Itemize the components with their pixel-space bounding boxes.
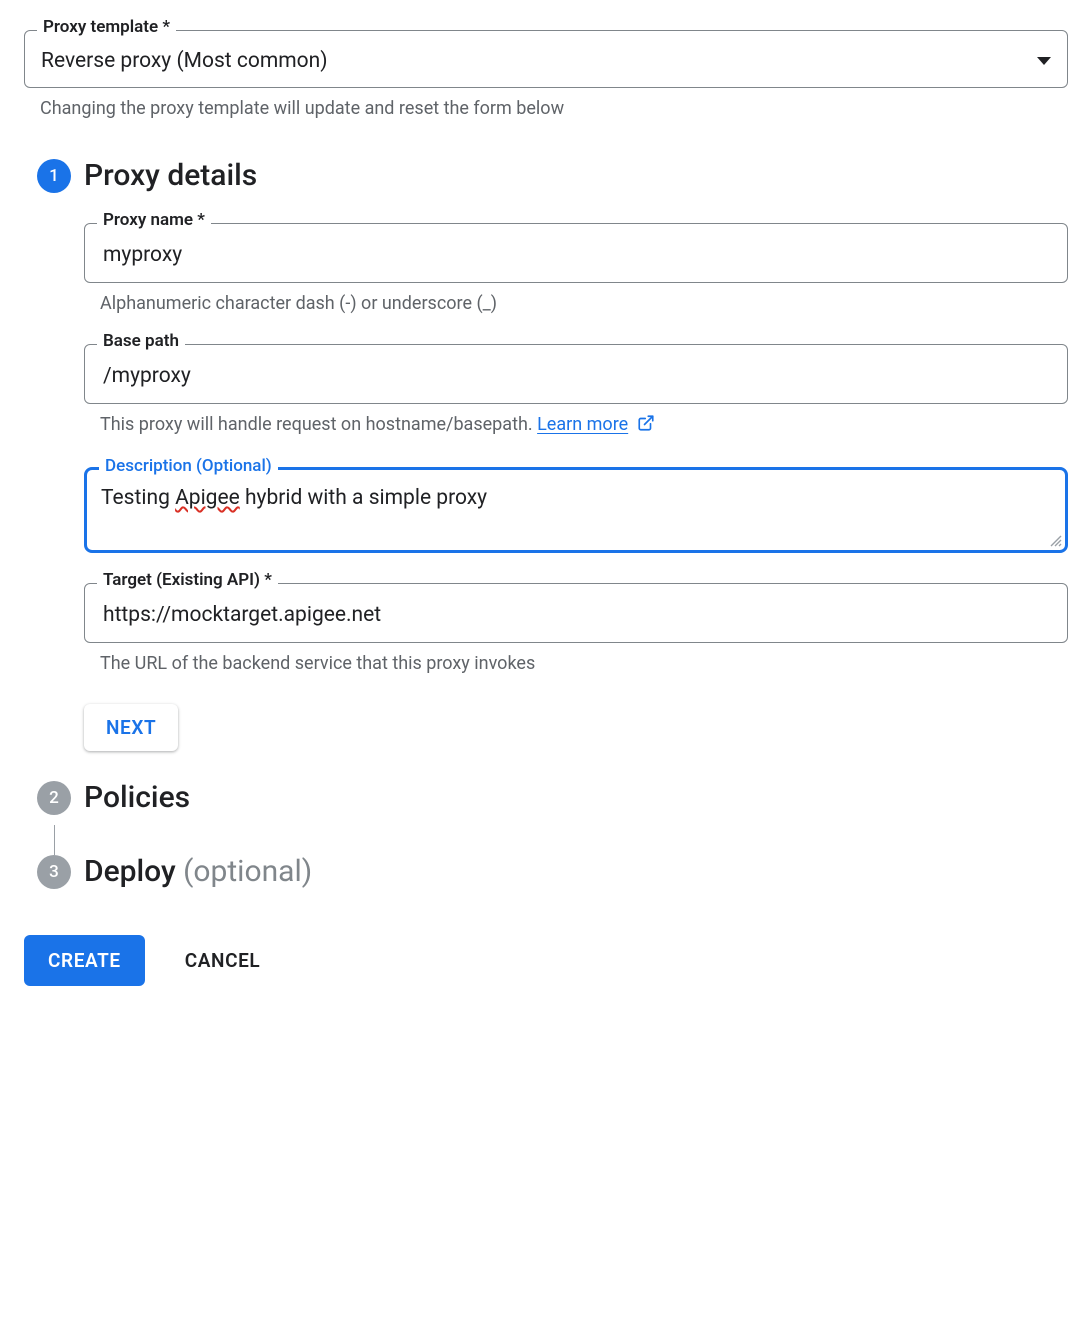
step-deploy: 3 Deploy (optional)	[24, 855, 1068, 899]
target-label: Target (Existing API) *	[97, 572, 278, 589]
next-button[interactable]: NEXT	[84, 704, 178, 751]
proxy-template-select[interactable]: Proxy template * Reverse proxy (Most com…	[24, 30, 1068, 88]
spellcheck-squiggle: Apigee	[175, 486, 240, 510]
step-1-title: Proxy details	[84, 159, 1068, 193]
target-field[interactable]: Target (Existing API) *	[84, 583, 1068, 643]
proxy-name-field[interactable]: Proxy name *	[84, 223, 1068, 283]
description-label: Description (Optional)	[99, 458, 278, 475]
external-link-icon	[637, 414, 655, 437]
chevron-down-icon	[1037, 57, 1051, 65]
learn-more-link[interactable]: Learn more	[537, 414, 628, 435]
base-path-helper-text: This proxy will handle request on hostna…	[100, 414, 537, 435]
proxy-name-label: Proxy name *	[97, 212, 211, 229]
step-3-optional: (optional)	[183, 854, 312, 889]
step-proxy-details: 1 Proxy details Proxy name * Alphanumeri…	[24, 159, 1068, 781]
description-textarea[interactable]: Testing Apigee hybrid with a simple prox…	[101, 486, 1051, 538]
cancel-button[interactable]: CANCEL	[181, 935, 265, 986]
connector-2-3	[24, 825, 1068, 855]
proxy-name-helper: Alphanumeric character dash (-) or under…	[100, 293, 1068, 314]
step-2-title: Policies	[84, 781, 1068, 815]
target-helper: The URL of the backend service that this…	[100, 653, 1068, 674]
base-path-input[interactable]	[101, 363, 1051, 389]
footer-button-row: CREATE CANCEL	[24, 935, 1068, 986]
description-field[interactable]: Description (Optional) Testing Apigee hy…	[84, 467, 1068, 553]
create-button[interactable]: CREATE	[24, 935, 145, 986]
step-1-badge: 1	[37, 159, 71, 193]
proxy-template-value: Reverse proxy (Most common)	[41, 49, 1037, 73]
step-3-badge: 3	[37, 855, 71, 889]
step-3-title: Deploy (optional)	[84, 855, 1068, 889]
proxy-template-label: Proxy template *	[37, 19, 176, 36]
base-path-field[interactable]: Base path	[84, 344, 1068, 404]
base-path-helper: This proxy will handle request on hostna…	[100, 414, 1068, 437]
proxy-template-helper: Changing the proxy template will update …	[40, 98, 1068, 119]
proxy-name-input[interactable]	[101, 242, 1051, 268]
target-input[interactable]	[101, 602, 1051, 628]
step-2-badge: 2	[37, 781, 71, 815]
step-policies: 2 Policies	[24, 781, 1068, 825]
base-path-label: Base path	[97, 333, 185, 350]
page-root: Proxy template * Reverse proxy (Most com…	[0, 0, 1092, 1026]
resize-handle-icon[interactable]	[1050, 535, 1062, 547]
